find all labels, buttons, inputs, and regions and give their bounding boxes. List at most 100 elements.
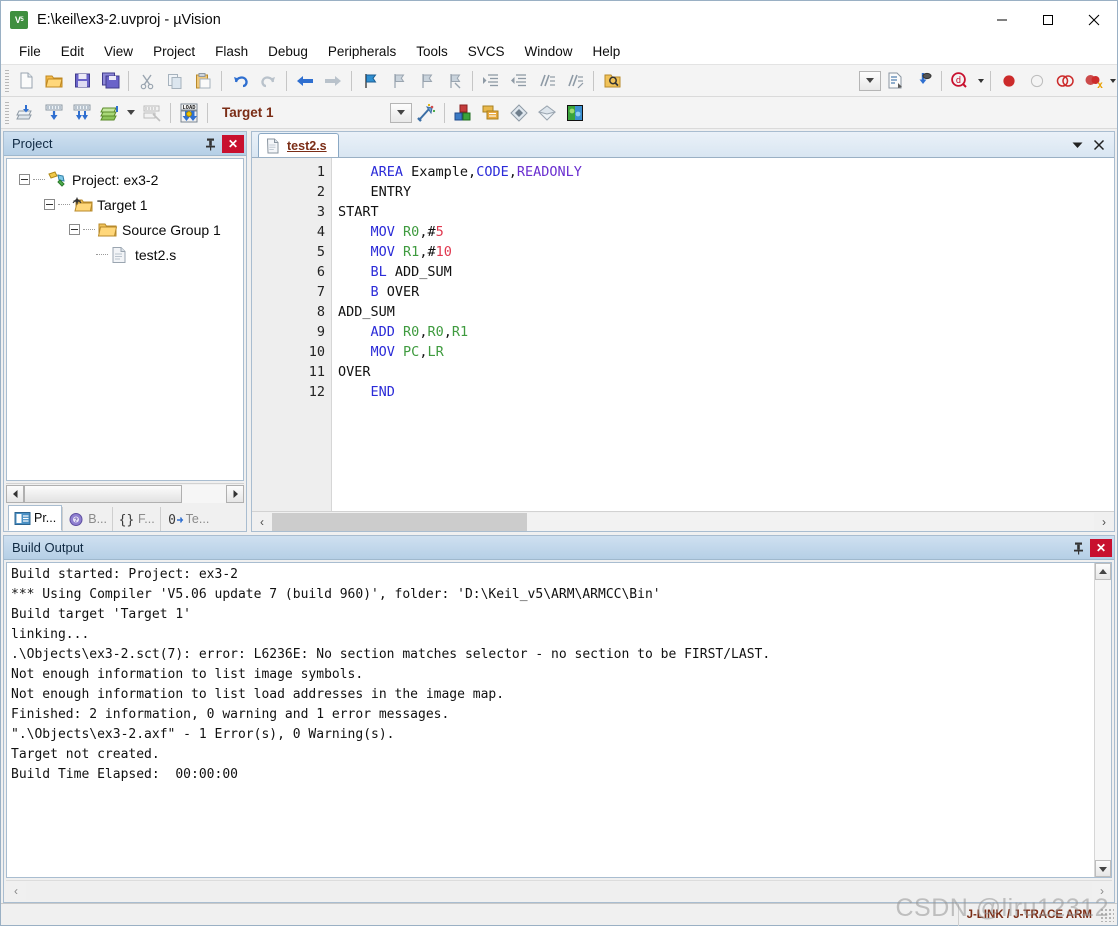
cut-icon[interactable] [133, 67, 161, 95]
scroll-right-arrow[interactable] [226, 484, 244, 503]
build-vertical-scrollbar[interactable] [1094, 563, 1111, 877]
paste-icon[interactable] [189, 67, 217, 95]
scroll-track[interactable] [1095, 580, 1111, 860]
code-line[interactable]: END [338, 382, 1114, 402]
scroll-up-arrow[interactable] [1095, 563, 1111, 580]
scroll-left-arrow[interactable] [6, 484, 24, 503]
build-output-text[interactable]: Build started: Project: ex3-2 *** Using C… [7, 563, 1094, 877]
code-line[interactable]: MOV R1,#10 [338, 242, 1114, 262]
copy-icon[interactable] [161, 67, 189, 95]
download-icon[interactable]: LOAD [175, 99, 203, 127]
editor-close-button[interactable] [1088, 134, 1110, 156]
breakpoint-disable-all-icon[interactable] [1051, 67, 1079, 95]
toolbar-grip[interactable] [5, 69, 9, 92]
translate-icon[interactable] [12, 99, 40, 127]
menu-file[interactable]: File [9, 42, 51, 61]
target-selector[interactable]: Target 1 [212, 99, 390, 127]
code-line[interactable]: START [338, 202, 1114, 222]
menu-svcs[interactable]: SVCS [458, 42, 515, 61]
code-editor[interactable]: 1 2 3 4 5 6 7 8 9 10 11 12 AREA Example,CODE,READON… [252, 158, 1114, 511]
code-line[interactable]: BL ADD_SUM [338, 262, 1114, 282]
code-line[interactable]: AREA Example,CODE,READONLY [338, 162, 1114, 182]
toolbar-dropdown-combo[interactable] [859, 70, 881, 91]
code-line[interactable]: ADD R0,R0,R1 [338, 322, 1114, 342]
insert-file-icon[interactable] [881, 67, 909, 95]
configuration-wizard-icon[interactable] [533, 99, 561, 127]
save-all-icon[interactable] [96, 67, 124, 95]
tree-item-project[interactable]: Project: ex3-2 [7, 167, 243, 192]
save-icon[interactable] [68, 67, 96, 95]
expand-toggle-icon[interactable] [69, 224, 80, 235]
scroll-right-arrow[interactable]: › [1094, 513, 1114, 531]
manage-components-icon[interactable] [449, 99, 477, 127]
menu-tools[interactable]: Tools [406, 42, 458, 61]
undo-icon[interactable] [226, 67, 254, 95]
resize-grip[interactable] [1100, 907, 1114, 922]
toolbar-grip[interactable] [5, 101, 9, 124]
scroll-left-arrow[interactable]: ‹ [252, 513, 272, 531]
build-horizontal-scrollbar[interactable]: ‹ › [6, 880, 1112, 900]
uncomment-icon[interactable] [561, 67, 589, 95]
bookmark-clear-icon[interactable] [440, 67, 468, 95]
code-content[interactable]: AREA Example,CODE,READONLY ENTRY START MO… [332, 158, 1114, 511]
scroll-track[interactable] [272, 512, 1094, 531]
open-file-icon[interactable] [40, 67, 68, 95]
bookmark-next-icon[interactable] [412, 67, 440, 95]
find-in-files-icon[interactable] [598, 67, 626, 95]
menu-view[interactable]: View [94, 42, 143, 61]
new-file-icon[interactable] [12, 67, 40, 95]
close-icon[interactable]: ✕ [222, 134, 244, 153]
close-icon[interactable]: ✕ [1090, 538, 1112, 557]
menu-window[interactable]: Window [514, 42, 582, 61]
build-icon[interactable] [40, 99, 68, 127]
batch-build-dropdown[interactable] [124, 99, 138, 127]
minimize-button[interactable] [979, 1, 1025, 39]
breakpoint-icon[interactable] [995, 67, 1023, 95]
tree-item-target[interactable]: Target 1 [7, 192, 243, 217]
pin-icon[interactable] [200, 134, 220, 154]
bookmark-prev-icon[interactable] [384, 67, 412, 95]
rebuild-icon[interactable] [68, 99, 96, 127]
scroll-right-arrow[interactable]: › [1092, 882, 1112, 900]
stop-build-icon[interactable] [138, 99, 166, 127]
menu-debug[interactable]: Debug [258, 42, 318, 61]
debug-settings-icon[interactable] [909, 67, 937, 95]
navigate-back-icon[interactable] [291, 67, 319, 95]
bookmark-toggle-icon[interactable] [356, 67, 384, 95]
target-dropdown-button[interactable] [390, 102, 412, 123]
pin-icon[interactable] [1068, 538, 1088, 558]
code-line[interactable]: MOV PC,LR [338, 342, 1114, 362]
project-horizontal-scrollbar[interactable] [6, 483, 244, 503]
close-button[interactable] [1071, 1, 1117, 39]
menu-help[interactable]: Help [583, 42, 631, 61]
manage-runtime-icon[interactable] [561, 99, 589, 127]
menu-edit[interactable]: Edit [51, 42, 94, 61]
pack-installer-icon[interactable] [505, 99, 533, 127]
start-debug-dropdown[interactable] [974, 67, 986, 95]
breakpoint-disable-icon[interactable] [1023, 67, 1051, 95]
navigate-forward-icon[interactable] [319, 67, 347, 95]
start-debug-icon[interactable]: d [946, 67, 974, 95]
tab-functions[interactable]: {} F... [112, 507, 160, 531]
breakpoint-kill-all-icon[interactable]: x [1079, 67, 1107, 95]
outdent-icon[interactable] [505, 67, 533, 95]
comment-icon[interactable] [533, 67, 561, 95]
scroll-left-arrow[interactable]: ‹ [6, 882, 26, 900]
indent-icon[interactable] [477, 67, 505, 95]
tab-books[interactable]: ? B... [62, 507, 112, 531]
menu-flash[interactable]: Flash [205, 42, 258, 61]
maximize-button[interactable] [1025, 1, 1071, 39]
scroll-down-arrow[interactable] [1095, 860, 1111, 877]
scroll-thumb[interactable] [24, 484, 182, 503]
tree-item-source-group[interactable]: Source Group 1 [7, 217, 243, 242]
editor-horizontal-scrollbar[interactable]: ‹ › [252, 511, 1114, 531]
redo-icon[interactable] [254, 67, 282, 95]
multi-project-icon[interactable] [477, 99, 505, 127]
project-tree[interactable]: Project: ex3-2 Target 1 Source Group 1 t… [6, 158, 244, 481]
code-line[interactable]: B OVER [338, 282, 1114, 302]
menu-project[interactable]: Project [143, 42, 205, 61]
editor-tab-test2s[interactable]: test2.s [258, 133, 339, 157]
target-options-icon[interactable] [412, 99, 440, 127]
code-line[interactable]: OVER [338, 362, 1114, 382]
batch-build-icon[interactable] [96, 99, 124, 127]
